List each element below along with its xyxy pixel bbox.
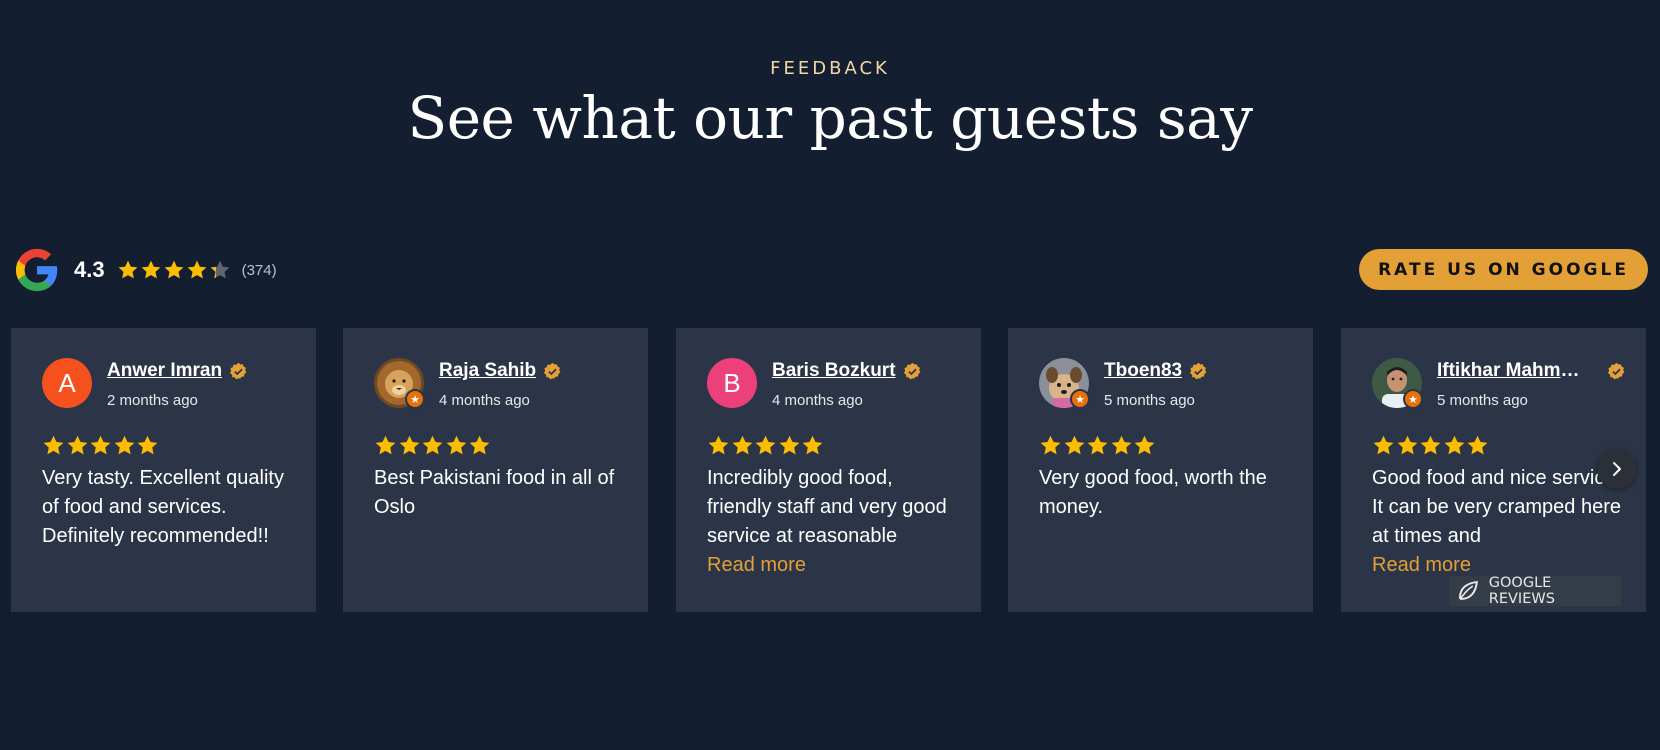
local-guide-badge-icon: ★ — [405, 389, 425, 409]
star-icon — [67, 435, 87, 455]
reviewer-name[interactable]: Baris Bozkurt — [772, 360, 896, 382]
star-icon — [732, 435, 752, 455]
carousel-next-button[interactable] — [1597, 449, 1637, 489]
star-icon — [446, 435, 466, 455]
verified-badge-icon — [903, 362, 920, 379]
review-card: A Anwer Imran 2 months ago Very tasty. E… — [11, 328, 316, 612]
star-icon — [164, 260, 184, 279]
star-icon — [1134, 435, 1155, 455]
avatar[interactable]: A — [42, 358, 92, 408]
review-text: Very tasty. Excellent quality of food an… — [42, 467, 284, 547]
verified-badge-icon — [1190, 362, 1207, 379]
review-text: Incredibly good food, friendly staff and… — [707, 467, 947, 547]
verified-badge-icon — [1607, 362, 1625, 379]
star-icon — [375, 435, 396, 455]
star-icon — [118, 260, 138, 279]
local-guide-badge-icon: ★ — [1070, 389, 1090, 409]
review-date: 4 months ago — [772, 392, 863, 409]
review-date: 5 months ago — [1104, 392, 1195, 409]
review-stars — [42, 434, 160, 457]
star-icon — [779, 435, 799, 455]
star-icon — [422, 435, 443, 455]
reviewer-name[interactable]: Tboen83 — [1104, 360, 1182, 382]
reviews-carousel: A Anwer Imran 2 months ago Very tasty. E… — [11, 328, 1660, 612]
chevron-right-icon — [1613, 462, 1621, 476]
summary-stars — [117, 259, 232, 281]
google-g-logo-icon — [15, 248, 58, 292]
verified-badge-icon — [544, 362, 561, 379]
reviewer-name[interactable]: Anwer Imran — [107, 360, 222, 382]
star-icon — [802, 435, 823, 455]
star-icon — [90, 435, 111, 455]
star-icon — [1444, 435, 1464, 455]
review-card: ★ Raja Sahib 4 months ago Best Pakistani… — [343, 328, 648, 612]
star-icon — [469, 435, 490, 455]
google-reviews-badge[interactable]: GOOGLE REVIEWS — [1449, 575, 1621, 607]
star-icon — [708, 435, 729, 455]
rating-summary: 4.3 (374) — [14, 246, 277, 294]
review-date: 2 months ago — [107, 392, 198, 409]
google-reviews-label: GOOGLE REVIEWS — [1488, 575, 1555, 607]
review-card: ★ Tboen83 5 months ago Very good food, w… — [1008, 328, 1313, 612]
star-icon — [1064, 435, 1084, 455]
review-text: Good food and nice service. It can be ve… — [1372, 467, 1622, 547]
rating-value: 4.3 — [74, 257, 105, 282]
star-icon — [1373, 435, 1394, 455]
star-icon — [1040, 435, 1061, 455]
review-stars — [707, 434, 825, 457]
leaf-logo-icon — [1458, 580, 1478, 600]
section-title: See what our past guests say — [407, 84, 1253, 152]
star-icon — [1420, 435, 1441, 455]
star-icon — [399, 435, 419, 455]
star-icon — [114, 435, 134, 455]
review-card: B Baris Bozkurt 4 months ago Incredibly … — [676, 328, 981, 612]
star-icon — [141, 260, 161, 279]
reviewer-name[interactable]: Iftikhar Mahmood — [1437, 360, 1585, 382]
review-date: 4 months ago — [439, 392, 530, 409]
star-icon — [137, 435, 158, 455]
star-icon — [210, 260, 230, 279]
star-icon — [43, 435, 64, 455]
review-date: 5 months ago — [1437, 392, 1528, 409]
reviewer-name[interactable]: Raja Sahib — [439, 360, 536, 382]
verified-badge-icon — [230, 362, 247, 379]
review-count[interactable]: (374) — [242, 262, 277, 279]
star-icon — [755, 435, 776, 455]
star-icon — [1087, 435, 1108, 455]
review-stars — [1372, 434, 1490, 457]
star-icon — [187, 260, 207, 279]
feedback-eyebrow: FEEDBACK — [770, 58, 890, 79]
local-guide-badge-icon: ★ — [1403, 389, 1423, 409]
star-icon — [1111, 435, 1131, 455]
read-more-link[interactable]: Read more — [707, 551, 806, 580]
star-icon — [1467, 435, 1488, 455]
avatar[interactable]: B — [707, 358, 757, 408]
rate-us-on-google-button[interactable]: RATE US ON GOOGLE — [1359, 249, 1648, 290]
review-text: Very good food, worth the money. — [1039, 467, 1267, 518]
review-text: Best Pakistani food in all of Oslo — [374, 467, 615, 518]
review-stars — [374, 434, 492, 457]
star-icon — [1397, 435, 1417, 455]
review-stars — [1039, 434, 1157, 457]
